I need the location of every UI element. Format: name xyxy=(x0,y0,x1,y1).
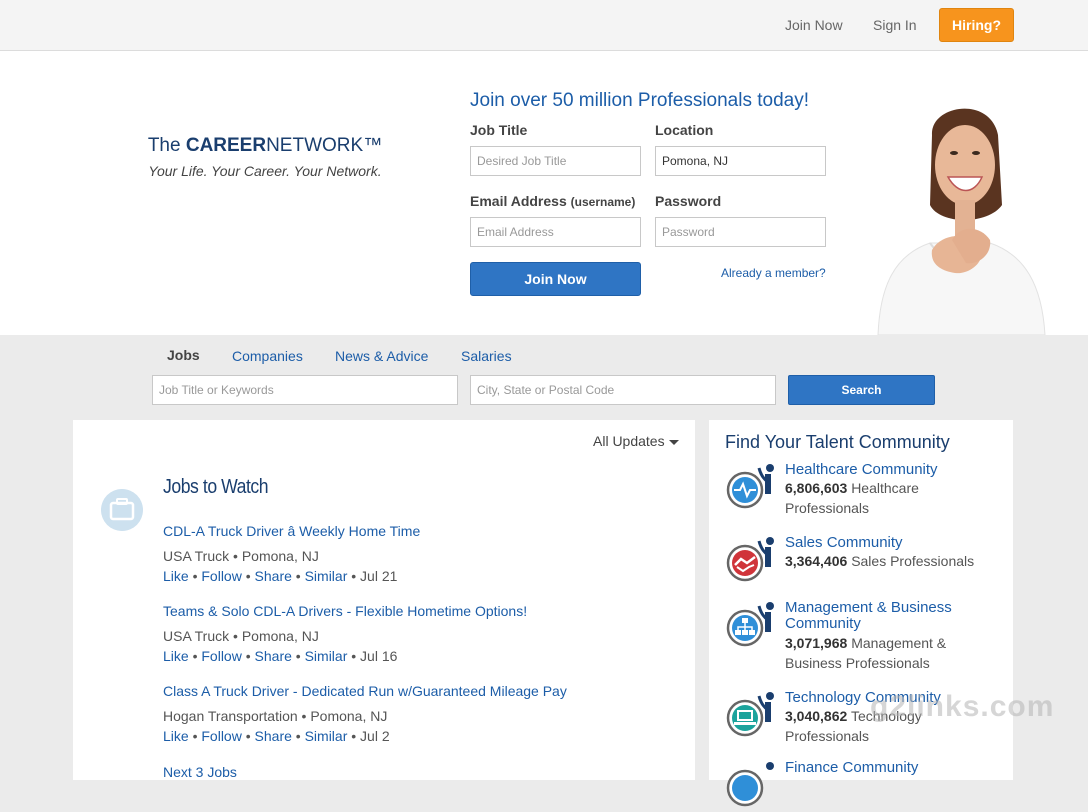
job-location: Pomona, NJ xyxy=(310,708,388,724)
job-actions: Like • Follow • Share • Similar • Jul 16 xyxy=(163,648,398,664)
community-count: 3,071,968 Management & Business Professi… xyxy=(785,633,985,673)
job-item: Teams & Solo CDL-A Drivers - Flexible Ho… xyxy=(163,601,527,666)
similar-link[interactable]: Similar xyxy=(305,568,348,584)
follow-link[interactable]: Follow xyxy=(201,648,241,664)
share-link[interactable]: Share xyxy=(255,568,292,584)
community-name-link[interactable]: Sales Community xyxy=(785,535,985,551)
location-input[interactable] xyxy=(655,146,826,176)
email-label-text: Email Address xyxy=(470,193,567,209)
brand-title: The CAREERNETWORK™ xyxy=(100,135,430,157)
community-count-number: 3,071,968 xyxy=(785,635,848,651)
job-company: USA Truck xyxy=(163,628,230,644)
location-label: Location xyxy=(655,122,714,138)
handshake-icon xyxy=(726,537,774,582)
join-now-link[interactable]: Join Now xyxy=(785,17,843,33)
like-link[interactable]: Like xyxy=(163,728,189,744)
community-count: 6,806,603 Healthcare Professionals xyxy=(785,478,985,518)
tab-companies[interactable]: Companies xyxy=(232,348,303,364)
heartbeat-icon xyxy=(726,464,774,509)
job-date: Jul 16 xyxy=(360,648,398,664)
job-meta: Hogan Transportation • Pomona, NJ xyxy=(163,708,388,724)
job-location: Pomona, NJ xyxy=(241,628,319,644)
tab-jobs[interactable]: Jobs xyxy=(167,347,200,363)
brand-tm: ™ xyxy=(363,135,383,156)
job-meta: USA Truck • Pomona, NJ xyxy=(163,548,319,564)
brand-career: CAREER xyxy=(185,135,267,156)
next-jobs-link[interactable]: Next 3 Jobs xyxy=(163,762,237,782)
email-label-small: (username) xyxy=(570,195,636,209)
caret-down-icon xyxy=(668,439,679,445)
sign-in-link[interactable]: Sign In xyxy=(873,17,917,33)
keywords-input[interactable] xyxy=(152,375,458,405)
join-now-button[interactable]: Join Now xyxy=(470,262,641,296)
job-title-label: Job Title xyxy=(470,122,528,138)
job-actions: Like • Follow • Share • Similar • Jul 21 xyxy=(163,568,398,584)
tab-salaries[interactable]: Salaries xyxy=(461,348,512,364)
talent-community-panel: Find Your Talent Community Healthcare Co… xyxy=(709,420,1013,807)
job-title-link[interactable]: Class A Truck Driver - Dedicated Run w/G… xyxy=(163,683,567,699)
job-company: USA Truck xyxy=(163,548,230,564)
job-location: Pomona, NJ xyxy=(241,548,319,564)
job-title-input[interactable] xyxy=(470,146,641,176)
email-label: Email Address (username) xyxy=(470,193,635,209)
already-member-link[interactable]: Already a member? xyxy=(721,266,826,280)
password-input[interactable] xyxy=(655,217,826,247)
signup-headline: Join over 50 million Professionals today… xyxy=(470,90,810,111)
follow-link[interactable]: Follow xyxy=(201,568,241,584)
brand-logo: The CAREERNETWORK™ Your Life. Your Caree… xyxy=(100,135,430,179)
top-bar: Join Now Sign In Hiring? xyxy=(0,0,1088,51)
job-date: Jul 2 xyxy=(360,728,390,744)
job-item: Class A Truck Driver - Dedicated Run w/G… xyxy=(163,681,567,746)
tab-news-advice[interactable]: News & Advice xyxy=(335,348,428,364)
follow-link[interactable]: Follow xyxy=(201,728,241,744)
jobs-to-watch-title: Jobs to Watch xyxy=(163,476,269,498)
community-count-number: 3,364,406 xyxy=(785,553,848,569)
feed-panel: All Updates Jobs to Watch CDL-A Truck Dr… xyxy=(73,420,695,780)
community-name-link[interactable]: Management & Business Community xyxy=(785,600,985,632)
job-actions: Like • Follow • Share • Similar • Jul 2 xyxy=(163,728,390,744)
community-count-label: Sales Professionals xyxy=(851,553,975,569)
brand-network: NETWORK xyxy=(266,135,364,156)
location-search-input[interactable] xyxy=(470,375,776,405)
laptop-icon xyxy=(726,692,774,737)
job-item: CDL-A Truck Driver â Weekly Home Time US… xyxy=(163,521,420,586)
watermark: g2links.com xyxy=(870,690,1055,723)
all-updates-dropdown[interactable]: All Updates xyxy=(593,433,679,449)
community-count-number: 6,806,603 xyxy=(785,480,848,496)
job-title-link[interactable]: CDL-A Truck Driver â Weekly Home Time xyxy=(163,523,420,539)
community-count-number: 3,040,862 xyxy=(785,708,848,724)
all-updates-label: All Updates xyxy=(593,433,665,449)
talent-community-title: Find Your Talent Community xyxy=(725,432,950,452)
similar-link[interactable]: Similar xyxy=(305,648,348,664)
brand-the: The xyxy=(147,135,181,156)
community-count: 3,364,406 Sales Professionals xyxy=(785,551,985,571)
community-name-link[interactable]: Finance Community xyxy=(785,760,985,776)
hero-person-image xyxy=(877,108,1046,335)
email-input[interactable] xyxy=(470,217,641,247)
password-label: Password xyxy=(655,193,722,209)
search-button[interactable]: Search xyxy=(788,375,935,405)
share-link[interactable]: Share xyxy=(255,728,292,744)
hiring-button[interactable]: Hiring? xyxy=(939,8,1014,42)
brand-tagline: Your Life. Your Career. Your Network. xyxy=(148,163,382,179)
job-date: Jul 21 xyxy=(360,568,398,584)
like-link[interactable]: Like xyxy=(163,568,189,584)
similar-link[interactable]: Similar xyxy=(305,728,348,744)
job-company: Hogan Transportation xyxy=(163,708,298,724)
briefcase-icon xyxy=(101,489,143,531)
org-chart-icon xyxy=(726,602,774,647)
job-title-link[interactable]: Teams & Solo CDL-A Drivers - Flexible Ho… xyxy=(163,603,527,619)
share-link[interactable]: Share xyxy=(255,648,292,664)
community-name-link[interactable]: Healthcare Community xyxy=(785,462,985,478)
like-link[interactable]: Like xyxy=(163,648,189,664)
job-meta: USA Truck • Pomona, NJ xyxy=(163,628,319,644)
